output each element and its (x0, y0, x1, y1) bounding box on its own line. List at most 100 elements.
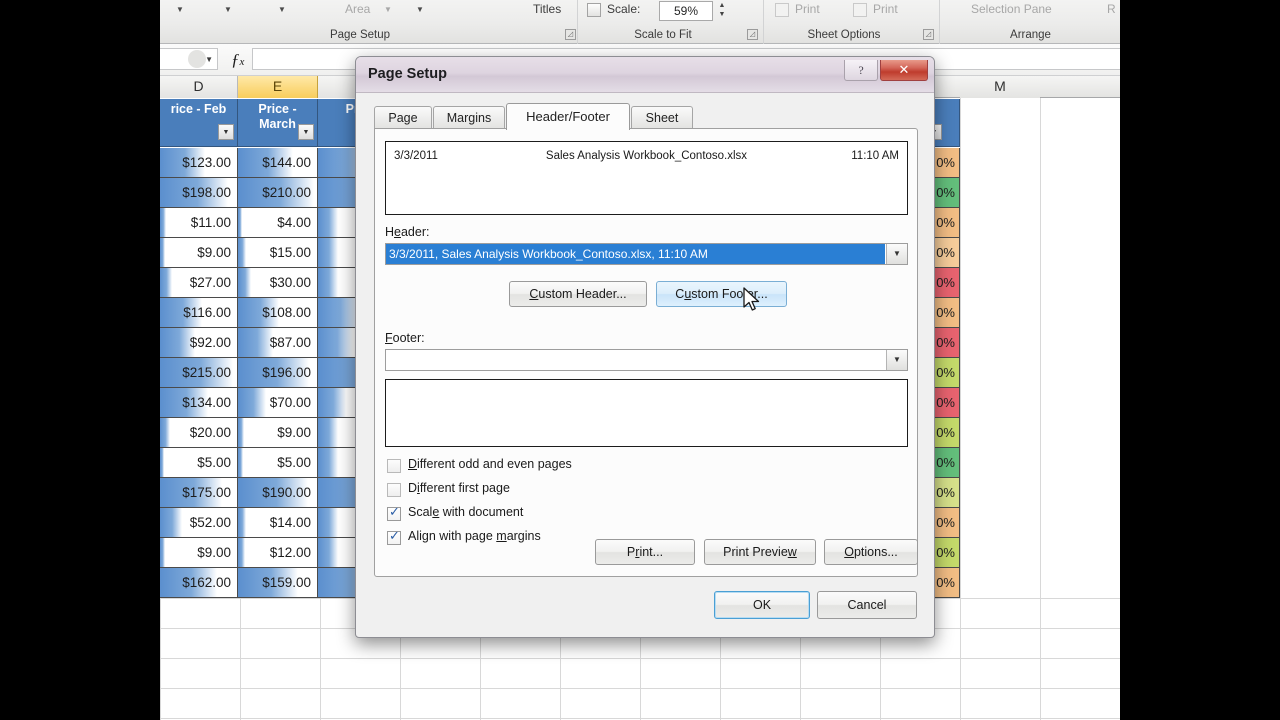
table-row[interactable]: $9.00 (238, 418, 318, 448)
table-row[interactable]: $9.00 (160, 238, 238, 268)
cell-value: $144.00 (262, 155, 311, 170)
table-row[interactable]: $196.00 (238, 358, 318, 388)
table-row[interactable]: $14.00 (238, 508, 318, 538)
table-row[interactable]: $5.00 (238, 448, 318, 478)
help-button[interactable]: ? (844, 60, 878, 81)
chevron-down-icon[interactable]: ▼ (176, 5, 184, 14)
scale-icon (587, 3, 601, 17)
scale-to-fit-dialog-launcher[interactable]: ◿ (747, 29, 758, 40)
table-row[interactable]: $159.00 (238, 568, 318, 598)
table-row[interactable]: $198.00 (160, 178, 238, 208)
dialog-tabs: Page Margins Header/Footer Sheet (374, 103, 918, 130)
table-row[interactable]: $12.00 (238, 538, 318, 568)
dialog-titlebar[interactable]: Page Setup ? ✕ (356, 57, 934, 93)
cell-value: $9.00 (277, 425, 311, 440)
table-row[interactable]: $175.00 (160, 478, 238, 508)
table-row[interactable]: $11.00 (160, 208, 238, 238)
chevron-down-icon[interactable]: ▼ (416, 5, 424, 14)
sheet-options-dialog-launcher[interactable]: ◿ (923, 29, 934, 40)
cell-value: $4.00 (277, 215, 311, 230)
data-bar (160, 238, 166, 267)
headings-print-checkbox-icon[interactable] (853, 3, 867, 17)
chevron-down-icon[interactable]: ▼ (886, 350, 907, 370)
filter-button-d[interactable]: ▼ (218, 124, 234, 140)
data-bar (238, 268, 251, 297)
cell-value: $198.00 (182, 185, 231, 200)
chevron-down-icon[interactable]: ▼ (384, 5, 392, 14)
tab-sheet[interactable]: Sheet (631, 106, 693, 129)
table-row[interactable]: $108.00 (238, 298, 318, 328)
header-preview-box[interactable]: 3/3/2011 Sales Analysis Workbook_Contoso… (385, 141, 908, 215)
rotate-label[interactable]: R (1107, 2, 1116, 16)
scale-spinner[interactable]: ▲ ▼ (715, 1, 729, 21)
chevron-down-icon[interactable]: ▼ (205, 55, 213, 64)
table-row[interactable]: $5.00 (160, 448, 238, 478)
custom-header-button[interactable]: Custom Header... (509, 281, 647, 307)
tab-header-footer[interactable]: Header/Footer (506, 103, 630, 130)
checkbox-label: Different first page (408, 481, 510, 495)
table-row[interactable]: $134.00 (160, 388, 238, 418)
ribbon-group-page-setup: ▼ ▼ ▼ Area ▼ ▼ Titles Page Setup ◿ (160, 0, 578, 44)
gridlines-print-checkbox-icon[interactable] (775, 3, 789, 17)
table-row[interactable]: $210.00 (238, 178, 318, 208)
filter-button-e[interactable]: ▼ (298, 124, 314, 140)
checkbox-label: Different odd and even pages (408, 457, 572, 471)
data-bar (160, 268, 173, 297)
scale-label: Scale: (607, 2, 641, 16)
checkbox-box[interactable] (387, 529, 401, 545)
table-row[interactable]: $52.00 (160, 508, 238, 538)
options-button[interactable]: Options... (824, 539, 918, 565)
footer-preview-box[interactable] (385, 379, 908, 447)
cell-value: $11.00 (190, 215, 231, 230)
footer-combobox[interactable]: ▼ (385, 349, 908, 371)
table-row[interactable]: $9.00 (160, 538, 238, 568)
table-row[interactable]: $20.00 (160, 418, 238, 448)
insert-function-icon[interactable]: ƒx (231, 50, 244, 70)
cell-value: $5.00 (277, 455, 311, 470)
ok-button[interactable]: OK (714, 591, 810, 619)
checkbox-box[interactable] (387, 459, 401, 473)
table-row[interactable]: $15.00 (238, 238, 318, 268)
column-header-e[interactable]: E (238, 76, 318, 98)
table-row[interactable]: $30.00 (238, 268, 318, 298)
gridlines-print-label[interactable]: Print (795, 2, 820, 16)
header-combobox[interactable]: 3/3/2011, Sales Analysis Workbook_Contos… (385, 243, 908, 265)
custom-footer-button[interactable]: Custom Footer... (656, 281, 787, 307)
print-button[interactable]: Print... (595, 539, 695, 565)
data-bar (318, 538, 338, 567)
selection-pane-label[interactable]: Selection Pane (971, 2, 1052, 16)
table-row[interactable]: $215.00 (160, 358, 238, 388)
close-button[interactable]: ✕ (880, 60, 928, 81)
print-titles-label[interactable]: Titles (533, 2, 561, 16)
tab-margins[interactable]: Margins (433, 106, 505, 129)
table-row[interactable]: $27.00 (160, 268, 238, 298)
table-row[interactable]: $162.00 (160, 568, 238, 598)
chevron-down-icon[interactable]: ▼ (224, 5, 232, 14)
chevron-down-icon[interactable]: ▼ (278, 5, 286, 14)
scale-input[interactable]: 59% (659, 1, 713, 21)
page-setup-dialog-launcher[interactable]: ◿ (565, 29, 576, 40)
cell-value: $159.00 (262, 575, 311, 590)
table-row[interactable]: $190.00 (238, 478, 318, 508)
tab-page[interactable]: Page (374, 106, 432, 129)
checkbox-label: Scale with document (408, 505, 524, 519)
column-header-m[interactable]: M (960, 76, 1040, 98)
table-row[interactable]: $123.00 (160, 148, 238, 178)
gridline (320, 598, 321, 720)
print-area-label[interactable]: Area (345, 2, 370, 16)
table-row[interactable]: $144.00 (238, 148, 318, 178)
footer-combobox-value (386, 350, 885, 370)
table-row[interactable]: $87.00 (238, 328, 318, 358)
cell-value: $30.00 (269, 275, 311, 290)
print-preview-button[interactable]: Print Preview (704, 539, 816, 565)
checkbox-box[interactable] (387, 483, 401, 497)
table-row[interactable]: $4.00 (238, 208, 318, 238)
column-header-d[interactable]: D (160, 76, 238, 98)
headings-print-label[interactable]: Print (873, 2, 898, 16)
table-row[interactable]: $116.00 (160, 298, 238, 328)
chevron-down-icon[interactable]: ▼ (886, 244, 907, 264)
checkbox-box[interactable] (387, 505, 401, 521)
cancel-button[interactable]: Cancel (817, 591, 917, 619)
table-row[interactable]: $92.00 (160, 328, 238, 358)
table-row[interactable]: $70.00 (238, 388, 318, 418)
